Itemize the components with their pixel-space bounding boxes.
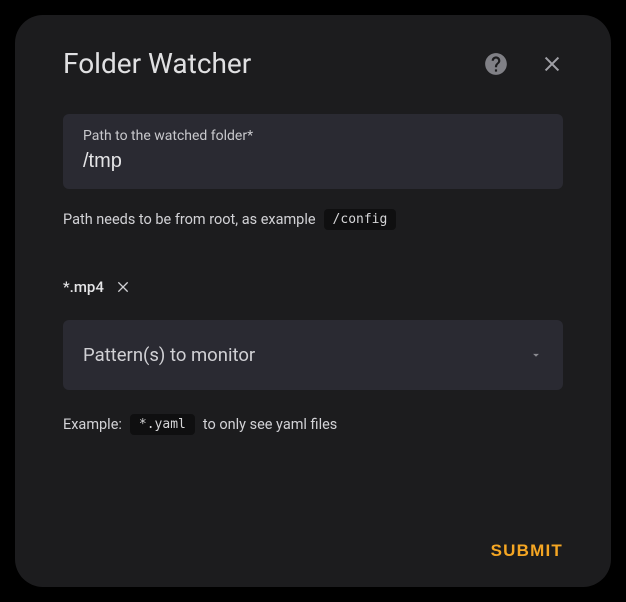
folder-watcher-dialog: Folder Watcher Path to the watched folde… xyxy=(15,15,611,587)
header-actions xyxy=(483,51,563,77)
submit-button[interactable]: SUBMIT xyxy=(491,541,563,561)
path-hint-text: Path needs to be from root, as example xyxy=(63,211,316,228)
close-icon[interactable] xyxy=(541,53,563,75)
pattern-select-label: Pattern(s) to monitor xyxy=(83,344,255,366)
example-hint: Example: *.yaml to only see yaml files xyxy=(63,414,563,435)
example-hint-code: *.yaml xyxy=(130,414,195,435)
chevron-down-icon xyxy=(529,348,543,362)
pattern-chip-text: *.mp4 xyxy=(63,278,104,296)
path-field[interactable]: Path to the watched folder* xyxy=(63,114,563,189)
path-input[interactable] xyxy=(83,150,543,173)
example-hint-prefix: Example: xyxy=(63,416,122,433)
pattern-chip-remove-icon[interactable] xyxy=(114,278,132,296)
path-hint: Path needs to be from root, as example /… xyxy=(63,209,563,230)
pattern-select[interactable]: Pattern(s) to monitor xyxy=(63,320,563,390)
path-field-label: Path to the watched folder* xyxy=(83,128,543,144)
help-icon[interactable] xyxy=(483,51,509,77)
dialog-header: Folder Watcher xyxy=(63,47,563,80)
pattern-chip: *.mp4 xyxy=(63,278,563,296)
path-hint-code: /config xyxy=(324,209,397,230)
example-hint-suffix: to only see yaml files xyxy=(203,416,337,433)
dialog-title: Folder Watcher xyxy=(63,47,251,80)
